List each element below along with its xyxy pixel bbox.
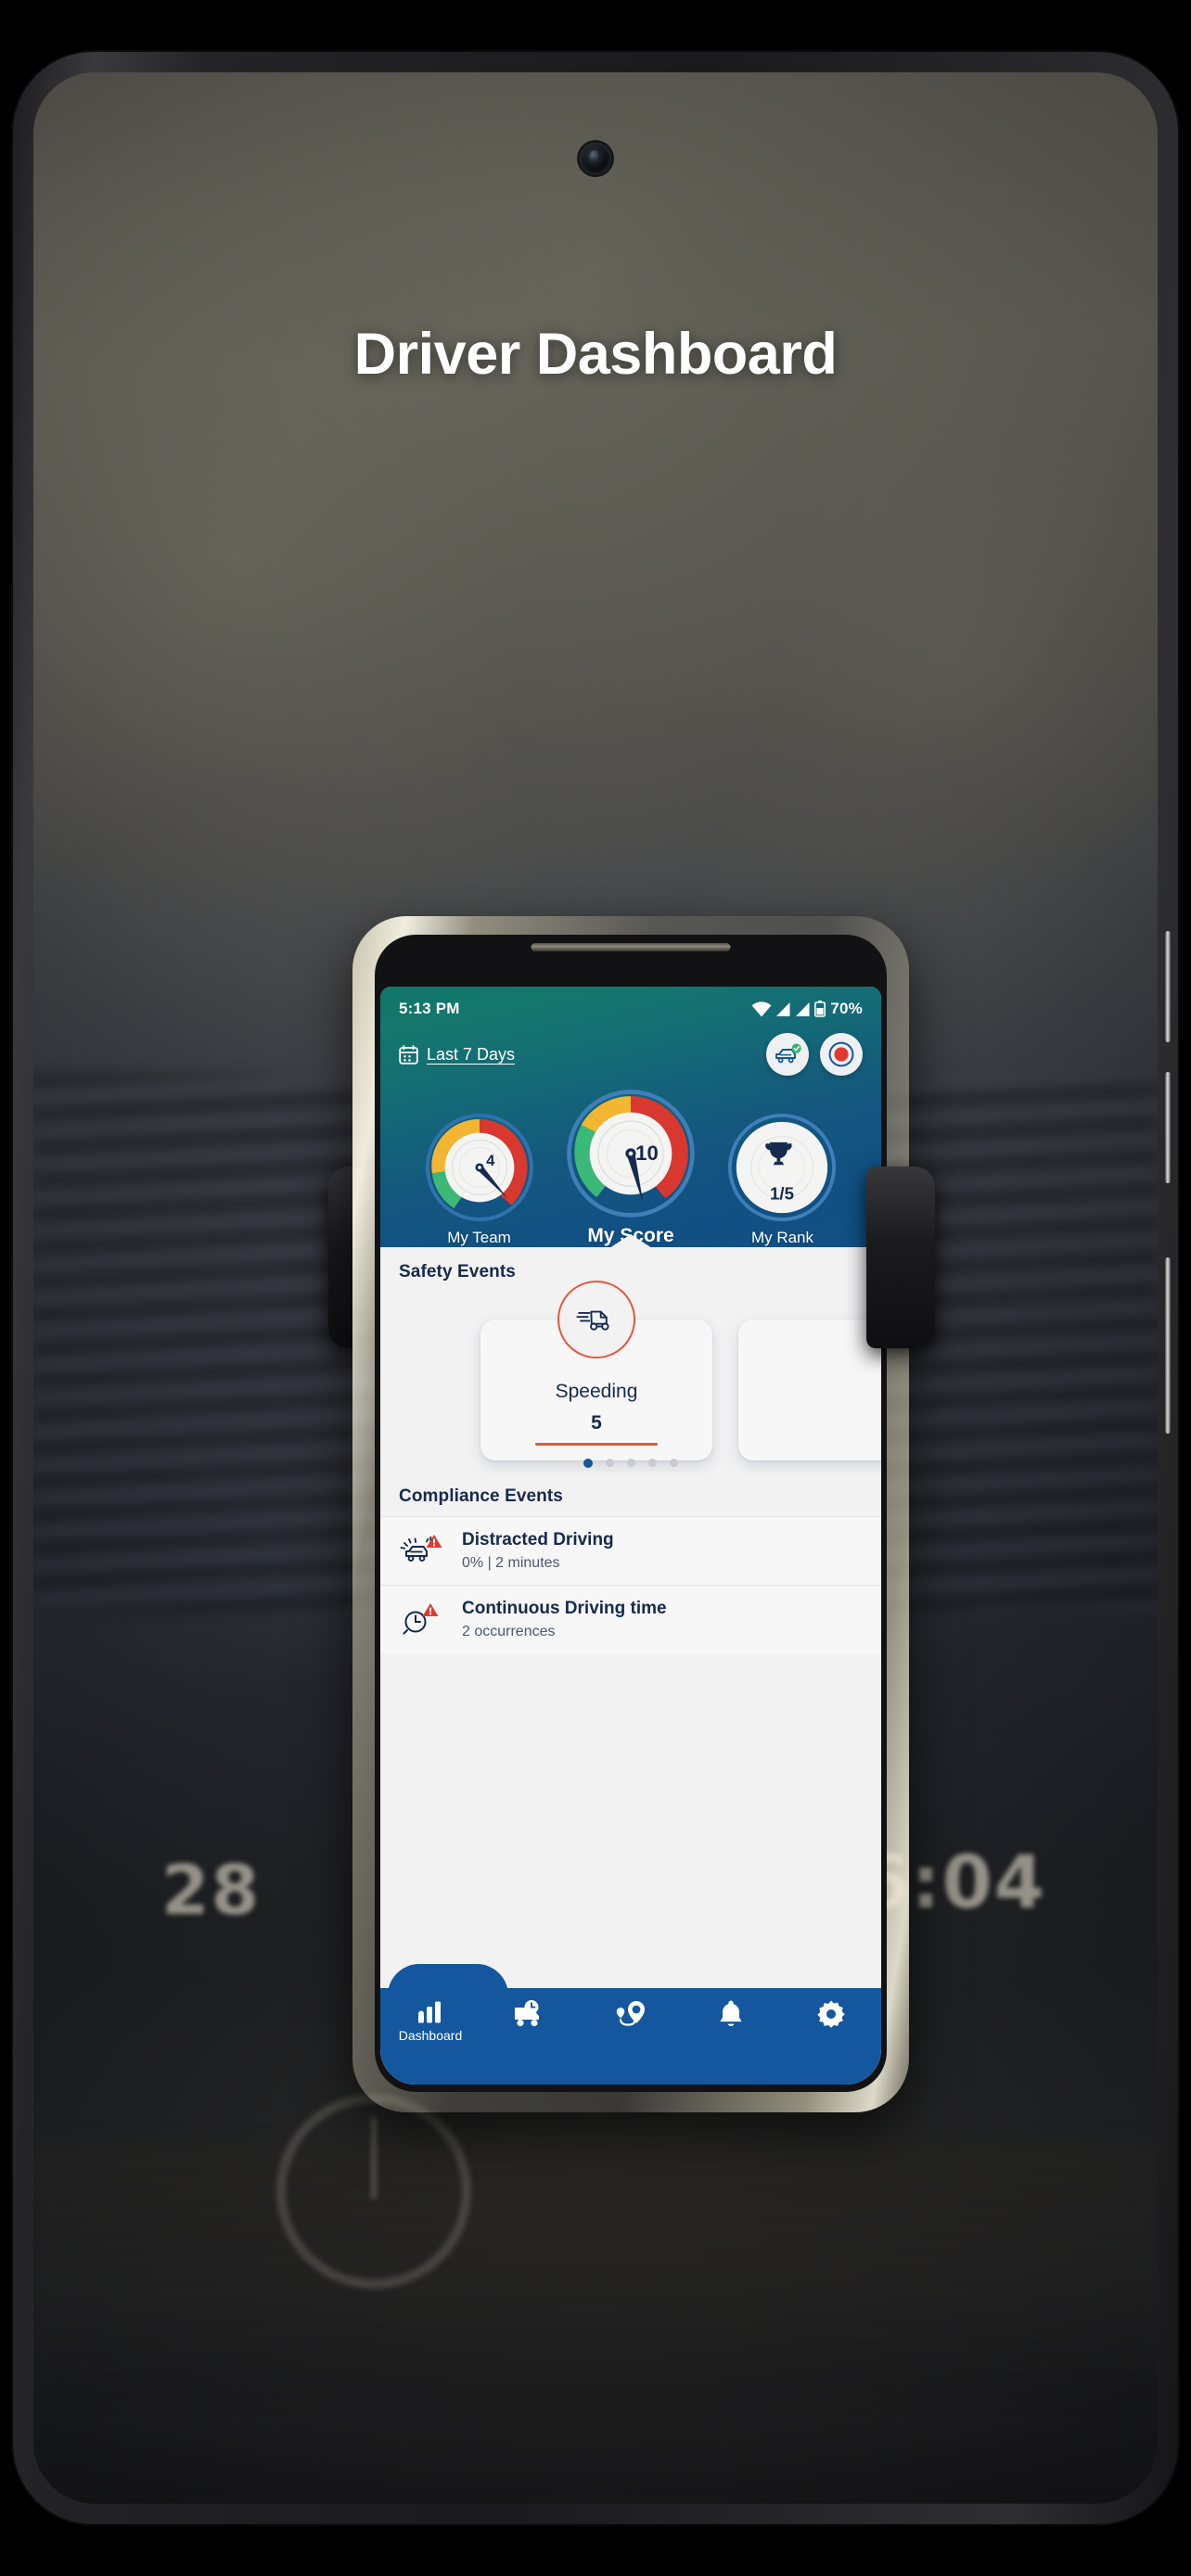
compliance-text: Continuous Driving time 2 occurrences [462, 1599, 667, 1640]
status-bar-indicators: 70% [751, 1000, 863, 1018]
calendar-icon [399, 1044, 418, 1065]
my-score-gauge-dial: 10 [567, 1090, 695, 1218]
phone-mount-arm-right [866, 1167, 935, 1348]
carousel-dot[interactable] [670, 1459, 678, 1467]
nav-bump [388, 1964, 508, 1996]
my-team-gauge-dial: 4 [425, 1113, 533, 1222]
distracted-driving-icon [399, 1531, 447, 1572]
phone-earpiece [531, 943, 731, 951]
compliance-title: Continuous Driving time [462, 1599, 667, 1618]
background-dash-temperature: 28 [161, 1851, 261, 1931]
status-bar: 5:13 PM 70% [399, 1000, 863, 1018]
device-mockup-frame: 28 16:04 Driver Dashboard 5:13 PM 70% La… [13, 52, 1178, 2524]
truck-clock-icon [515, 2000, 539, 2027]
compliance-text: Distracted Driving 0% | 2 minutes [462, 1530, 614, 1572]
my-score-gauge-value: 10 [635, 1141, 659, 1165]
wifi-icon [751, 1001, 772, 1016]
gear-icon [817, 2000, 845, 2028]
nav-dashboard[interactable]: Dashboard [380, 1999, 480, 2043]
app-header: 5:13 PM 70% Last 7 Days 4 My Team 10 My … [380, 987, 881, 1248]
volume-up-button[interactable] [1165, 931, 1171, 1042]
battery-percent: 70% [830, 1000, 863, 1017]
vehicle-check-icon [775, 1043, 801, 1064]
continuous-driving-clock-icon [399, 1600, 447, 1640]
safety-event-underline [535, 1443, 658, 1446]
record-icon [828, 1041, 854, 1067]
nav-trips[interactable] [480, 1999, 581, 2032]
date-range-row: Last 7 Days [399, 1033, 863, 1076]
status-bar-time: 5:13 PM [399, 1000, 460, 1017]
my-rank-dial: 1/5 [728, 1113, 837, 1222]
bar-chart-icon [418, 2001, 441, 2023]
header-actions [766, 1033, 863, 1076]
gauge-my-rank[interactable]: 1/5 My Rank [708, 1113, 857, 1247]
speeding-truck-icon [557, 1281, 635, 1358]
nav-alerts[interactable] [681, 1999, 781, 2032]
carousel-dot[interactable] [583, 1459, 593, 1468]
gauge-label-my-rank: My Rank [750, 1229, 814, 1246]
front-camera-icon [580, 143, 611, 174]
gauge-my-score[interactable]: 10 My Score [556, 1089, 705, 1247]
gauges-row: 4 My Team 10 My Score 1/5 My Rank [399, 1079, 863, 1247]
compliance-events-list: Distracted Driving 0% | 2 minutes Contin… [380, 1516, 881, 1653]
my-team-gauge-value: 4 [486, 1152, 495, 1169]
gauge-my-team[interactable]: 4 My Team [404, 1113, 554, 1247]
device-screen: 28 16:04 Driver Dashboard 5:13 PM 70% La… [33, 72, 1158, 2504]
cellular-signal-icon [796, 1001, 810, 1016]
power-button[interactable] [1165, 1257, 1171, 1434]
compliance-subtitle: 0% | 2 minutes [462, 1555, 560, 1571]
compliance-events-title: Compliance Events [399, 1486, 563, 1506]
vehicle-status-button[interactable] [766, 1033, 809, 1076]
safety-event-card[interactable] [738, 1320, 881, 1460]
phone-body: 5:13 PM 70% Last 7 Days 4 My Team 10 My … [375, 935, 887, 2092]
photographed-phone: 5:13 PM 70% Last 7 Days 4 My Team 10 My … [352, 916, 909, 2112]
background-lower-console [33, 2146, 1158, 2396]
safety-events-title: Safety Events [399, 1262, 516, 1282]
map-pin-route-icon [616, 2001, 645, 2026]
carousel-pagination-dots[interactable] [380, 1459, 881, 1468]
background-steering-emblem [276, 2094, 471, 2289]
compliance-title: Distracted Driving [462, 1530, 614, 1549]
compliance-subtitle: 2 occurrences [462, 1624, 556, 1639]
nav-label-dashboard: Dashboard [398, 2028, 463, 2043]
app-viewport: 5:13 PM 70% Last 7 Days 4 My Team 10 My … [380, 987, 881, 2085]
safety-event-title: Speeding [555, 1381, 638, 1402]
record-button[interactable] [820, 1033, 863, 1076]
compliance-row[interactable]: Continuous Driving time 2 occurrences [380, 1585, 881, 1653]
app-body: Safety Events Speeding 5 Compliance Even… [380, 1247, 881, 2085]
my-rank-value: 1/5 [771, 1183, 795, 1203]
page-title: Driver Dashboard [353, 322, 838, 387]
bell-icon [720, 2000, 742, 2027]
volume-down-button[interactable] [1165, 1072, 1171, 1183]
carousel-dot[interactable] [648, 1459, 657, 1467]
carousel-dot[interactable] [627, 1459, 635, 1467]
date-range-label: Last 7 Days [427, 1044, 516, 1064]
cellular-signal-icon [776, 1001, 790, 1016]
battery-icon [814, 1001, 826, 1017]
compliance-row[interactable]: Distracted Driving 0% | 2 minutes [380, 1516, 881, 1585]
carousel-dot[interactable] [606, 1459, 614, 1467]
date-range-selector[interactable]: Last 7 Days [399, 1045, 515, 1065]
safety-event-value: 5 [591, 1412, 602, 1434]
nav-settings[interactable] [781, 1999, 881, 2032]
safety-events-carousel[interactable]: Speeding 5 [380, 1281, 881, 1472]
safety-event-card[interactable]: Speeding 5 [480, 1281, 712, 1460]
gauge-label-my-team: My Team [447, 1229, 511, 1246]
nav-locations[interactable] [581, 1999, 681, 2032]
bottom-navigation-bar: Dashboard [380, 1964, 881, 2085]
